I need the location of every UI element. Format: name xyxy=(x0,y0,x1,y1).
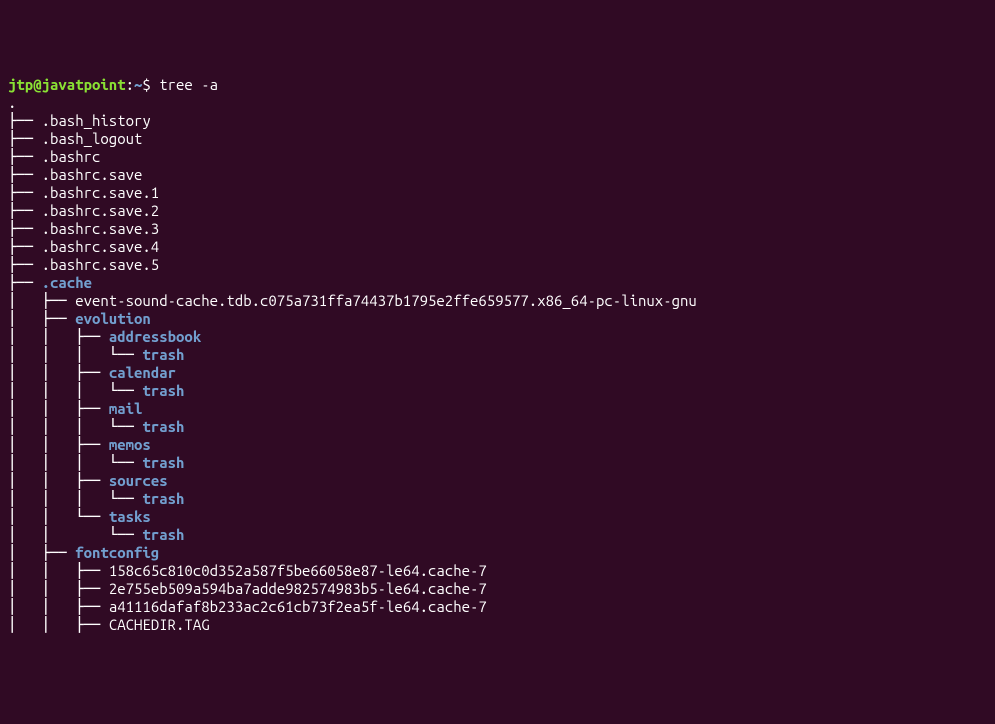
tree-entry: trash xyxy=(142,382,184,399)
tree-entry: .bashrc.save.5 xyxy=(42,256,160,273)
tree-entry: 2e755eb509a594ba7adde982574983b5-le64.ca… xyxy=(109,580,487,597)
tree-branch: ├── xyxy=(8,238,42,255)
tree-entry: .bashrc xyxy=(42,148,101,165)
tree-branch: │ │ └── xyxy=(8,508,109,525)
tree-entry: .bashrc.save xyxy=(42,166,143,183)
tree-branch: │ │ ├── xyxy=(8,436,109,453)
tree-branch: │ │ ├── xyxy=(8,562,109,579)
tree-entry: a41116dafaf8b233ac2c61cb73f2ea5f-le64.ca… xyxy=(109,598,487,615)
tree-branch: │ ├── xyxy=(8,292,75,309)
tree-entry: mail xyxy=(109,400,143,417)
tree-entry: trash xyxy=(142,454,184,471)
tree-entry: .bash_logout xyxy=(42,130,143,147)
prompt-colon: : xyxy=(126,76,134,93)
tree-entry: .bashrc.save.1 xyxy=(42,184,160,201)
tree-entry: trash xyxy=(142,346,184,363)
tree-entry: addressbook xyxy=(109,328,201,345)
tree-branch: ├── xyxy=(8,130,42,147)
tree-entry: memos xyxy=(109,436,151,453)
terminal-output: jtp@javatpoint:~$ tree -a . ├── .bash_hi… xyxy=(8,76,987,634)
tree-branch: │ │ ├── xyxy=(8,598,109,615)
prompt-user-host: jtp@javatpoint xyxy=(8,76,126,93)
tree-entry: trash xyxy=(142,418,184,435)
tree-branch: │ │ │ └── xyxy=(8,418,142,435)
prompt-dollar: $ xyxy=(142,76,159,93)
tree-branch: │ │ ├── xyxy=(8,364,109,381)
tree-entry: calendar xyxy=(109,364,176,381)
tree-branch: │ │ ├── xyxy=(8,616,109,633)
tree-entry: trash xyxy=(142,490,184,507)
prompt-line[interactable]: jtp@javatpoint:~$ tree -a xyxy=(8,76,218,93)
tree-entry: .bashrc.save.3 xyxy=(42,220,160,237)
tree-entry: .cache xyxy=(42,274,92,291)
tree-entry: trash xyxy=(142,526,184,543)
tree-entry: fontconfig xyxy=(75,544,159,561)
tree-entry: CACHEDIR.TAG xyxy=(109,616,210,633)
tree-branch: ├── xyxy=(8,220,42,237)
tree-branch: │ │ │ └── xyxy=(8,382,142,399)
tree-branch: │ ├── xyxy=(8,310,75,327)
tree-branch: ├── xyxy=(8,202,42,219)
tree-entry: .bashrc.save.2 xyxy=(42,202,160,219)
command-text: tree -a xyxy=(159,76,218,93)
tree-branch: │ │ │ └── xyxy=(8,346,142,363)
tree-entry: .bashrc.save.4 xyxy=(42,238,160,255)
tree-branch: │ │ ├── xyxy=(8,472,109,489)
tree-entry: evolution xyxy=(75,310,151,327)
tree-branch: │ │ ├── xyxy=(8,580,109,597)
tree-branch: ├── xyxy=(8,256,42,273)
tree-branch: ├── xyxy=(8,148,42,165)
tree-branch: │ │ └── xyxy=(8,526,142,543)
tree-entry: 158c65c810c0d352a587f5be66058e87-le64.ca… xyxy=(109,562,487,579)
tree-entry: sources xyxy=(109,472,168,489)
tree-branch: │ │ │ └── xyxy=(8,490,142,507)
tree-branch: │ │ ├── xyxy=(8,400,109,417)
tree-entry: event-sound-cache.tdb.c075a731ffa74437b1… xyxy=(75,292,697,309)
tree-branch: ├── xyxy=(8,112,42,129)
tree-branch: ├── xyxy=(8,184,42,201)
tree-branch: │ ├── xyxy=(8,544,75,561)
tree-branch: ├── xyxy=(8,274,42,291)
tree-branch: │ │ ├── xyxy=(8,328,109,345)
tree-branch: ├── xyxy=(8,166,42,183)
tree-entry: .bash_history xyxy=(42,112,151,129)
tree-branch: │ │ │ └── xyxy=(8,454,142,471)
tree-root: . xyxy=(8,94,16,111)
tree-entry: tasks xyxy=(109,508,151,525)
